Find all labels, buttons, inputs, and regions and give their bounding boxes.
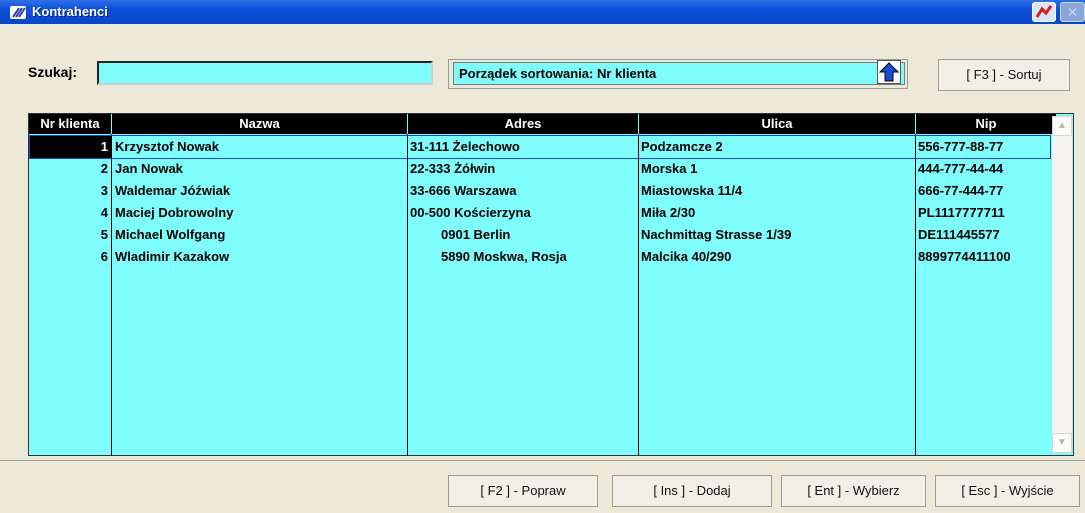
cell-nazwa[interactable]: Krzysztof Nowak bbox=[115, 136, 405, 158]
header-nr-klienta[interactable]: Nr klienta bbox=[29, 114, 112, 134]
cell-nip[interactable]: 556-777-88-77 bbox=[918, 136, 1056, 158]
header-nazwa[interactable]: Nazwa bbox=[112, 114, 408, 134]
exit-button[interactable]: [ Esc ] - Wyjście bbox=[935, 475, 1080, 507]
cell-ulica[interactable]: Miastowska 11/4 bbox=[641, 180, 913, 202]
cell-nr-klienta[interactable]: 3 bbox=[33, 180, 108, 202]
cell-nr-klienta[interactable]: 4 bbox=[33, 202, 108, 224]
vertical-scrollbar[interactable] bbox=[1052, 116, 1072, 453]
cell-ulica[interactable]: Morska 1 bbox=[641, 158, 913, 180]
cell-nip[interactable]: PL1117777711 bbox=[918, 202, 1056, 224]
header-nip[interactable]: Nip bbox=[916, 114, 1057, 134]
search-label: Szukaj: bbox=[28, 64, 78, 80]
cell-adres[interactable]: 5890 Moskwa, Rosja bbox=[441, 246, 667, 268]
add-button[interactable]: [ Ins ] - Dodaj bbox=[612, 475, 772, 507]
window-title: Kontrahenci bbox=[32, 4, 108, 19]
column-divider bbox=[407, 134, 408, 455]
sort-order-text: Porządek sortowania: Nr klienta bbox=[459, 66, 657, 81]
select-button[interactable]: [ Ent ] - Wybierz bbox=[781, 475, 926, 507]
cell-adres[interactable]: 33-666 Warszawa bbox=[410, 180, 636, 202]
cell-nr-klienta[interactable]: 6 bbox=[33, 246, 108, 268]
cell-adres[interactable]: 22-333 Żółwin bbox=[410, 158, 636, 180]
cell-nip[interactable]: 8899774411100 bbox=[918, 246, 1056, 268]
cell-nip[interactable]: DE111445577 bbox=[918, 224, 1056, 246]
close-icon[interactable]: ✕ bbox=[1060, 2, 1085, 22]
divider bbox=[0, 460, 1085, 461]
scroll-up-button[interactable]: ▲ bbox=[1052, 116, 1072, 136]
cell-adres[interactable]: 0901 Berlin bbox=[441, 224, 667, 246]
cell-nazwa[interactable]: Wladimir Kazakow bbox=[115, 246, 405, 268]
contractors-table[interactable]: Nr klienta Nazwa Adres Ulica Nip 1 Krzysz… bbox=[28, 113, 1074, 456]
header-adres[interactable]: Adres bbox=[408, 114, 639, 134]
column-divider bbox=[638, 134, 639, 455]
cell-nip[interactable]: 444-777-44-44 bbox=[918, 158, 1056, 180]
cell-nazwa[interactable]: Michael Wolfgang bbox=[115, 224, 405, 246]
cell-ulica[interactable]: Miła 2/30 bbox=[641, 202, 913, 224]
cell-nip[interactable]: 666-77-444-77 bbox=[918, 180, 1056, 202]
column-divider bbox=[915, 134, 916, 455]
kontrahenci-window: Kontrahenci ✕ Szukaj: Porządek sortowani… bbox=[0, 0, 1085, 513]
sort-button[interactable]: [ F3 ] - Sortuj bbox=[938, 59, 1070, 91]
cell-nr-klienta[interactable]: 1 bbox=[33, 136, 108, 158]
cell-nazwa[interactable]: Jan Nowak bbox=[115, 158, 405, 180]
cell-ulica[interactable]: Nachmittag Strasse 1/39 bbox=[641, 224, 913, 246]
scroll-down-button[interactable]: ▼ bbox=[1052, 433, 1072, 453]
edit-button[interactable]: [ F2 ] - Popraw bbox=[448, 475, 598, 507]
title-bar: Kontrahenci ✕ bbox=[0, 0, 1085, 24]
header-ulica[interactable]: Ulica bbox=[639, 114, 916, 134]
up-arrow-icon[interactable] bbox=[877, 60, 901, 84]
search-input[interactable] bbox=[97, 61, 433, 85]
column-divider bbox=[111, 134, 112, 455]
window-action-button[interactable] bbox=[1032, 2, 1056, 22]
cell-nazwa[interactable]: Waldemar Jóźwiak bbox=[115, 180, 405, 202]
cell-ulica[interactable]: Malcika 40/290 bbox=[641, 246, 913, 268]
cell-adres[interactable]: 00-500 Kościerzyna bbox=[410, 202, 636, 224]
cell-nazwa[interactable]: Maciej Dobrowolny bbox=[115, 202, 405, 224]
cell-adres[interactable]: 31-111 Żelechowo bbox=[410, 136, 636, 158]
cell-nr-klienta[interactable]: 5 bbox=[33, 224, 108, 246]
app-icon bbox=[10, 6, 26, 19]
cell-ulica[interactable]: Podzamcze 2 bbox=[641, 136, 913, 158]
cell-nr-klienta[interactable]: 2 bbox=[33, 158, 108, 180]
